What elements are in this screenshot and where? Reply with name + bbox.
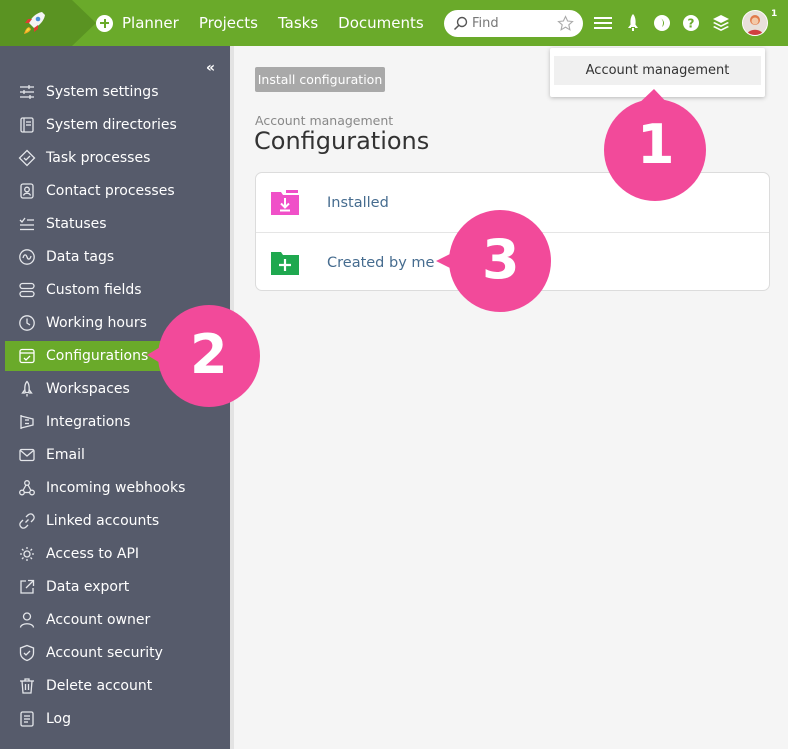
- sidebar-item-contact-processes[interactable]: Contact processes: [5, 176, 230, 206]
- search-box[interactable]: [444, 10, 583, 37]
- link-icon: [19, 513, 35, 529]
- statuses-icon: [19, 217, 34, 231]
- sidebar-item-integrations[interactable]: Integrations: [5, 407, 230, 437]
- sliders-icon: [20, 85, 34, 99]
- row-label: Created by me: [327, 254, 435, 271]
- sidebar-item-label: Working hours: [46, 315, 147, 331]
- sidebar-item-label: Delete account: [46, 678, 153, 694]
- log-icon: [20, 711, 34, 727]
- sidebar-item-custom-fields[interactable]: Custom fields: [5, 275, 230, 305]
- sidebar-item-data-tags[interactable]: Data tags: [5, 242, 230, 272]
- sidebar-item-label: Incoming webhooks: [46, 480, 186, 496]
- search-icon: [453, 16, 468, 31]
- sidebar-item-label: Account security: [46, 645, 163, 661]
- webhook-icon: [19, 480, 35, 496]
- install-configuration-button[interactable]: Install configuration: [255, 67, 385, 92]
- sidebar-item-data-export[interactable]: Data export: [5, 572, 230, 602]
- avatar-image-icon: [743, 11, 767, 35]
- callout-number-3: 3: [482, 228, 520, 291]
- rocket-logo-icon[interactable]: [20, 10, 48, 36]
- clock-icon: [19, 315, 35, 331]
- sidebar-item-delete-account[interactable]: Delete account: [5, 671, 230, 701]
- configurations-icon: [19, 348, 35, 364]
- menu-icon[interactable]: [593, 13, 613, 33]
- sidebar-item-label: Custom fields: [46, 282, 142, 298]
- sidebar-item-label: Statuses: [46, 216, 107, 232]
- sidebar-item-label: Data export: [46, 579, 130, 595]
- sidebar-item-access-to-api[interactable]: Access to API: [5, 539, 230, 569]
- fields-icon: [19, 282, 35, 298]
- avatar[interactable]: [742, 10, 768, 36]
- shield-icon: [19, 644, 35, 662]
- sidebar-item-incoming-webhooks[interactable]: Incoming webhooks: [5, 473, 230, 503]
- moon-icon[interactable]: [652, 13, 672, 33]
- sidebar-item-label: Task processes: [46, 150, 151, 166]
- sidebar-item-task-processes[interactable]: Task processes: [5, 143, 230, 173]
- folder-download-icon: [271, 189, 299, 215]
- callout-number-1: 1: [637, 113, 675, 176]
- export-icon: [20, 579, 35, 594]
- sidebar-item-label: Email: [46, 447, 85, 463]
- integrations-icon: [20, 415, 34, 429]
- menu-item-account-management[interactable]: Account management: [554, 56, 761, 85]
- sidebar-item-account-security[interactable]: Account security: [5, 638, 230, 668]
- nav-documents[interactable]: Documents: [338, 14, 424, 32]
- sidebar-item-email[interactable]: Email: [5, 440, 230, 470]
- sidebar-item-statuses[interactable]: Statuses: [5, 209, 230, 239]
- nav-planner[interactable]: Planner: [122, 14, 179, 32]
- tag-icon: [19, 249, 35, 265]
- sidebar-item-label: Account owner: [46, 612, 151, 628]
- folder-plus-icon: [271, 251, 299, 275]
- rocket-icon[interactable]: [623, 13, 643, 33]
- sidebar-item-label: Access to API: [46, 546, 140, 562]
- diamond-icon: [18, 149, 36, 167]
- plus-circle-icon[interactable]: [96, 14, 113, 32]
- avatar-badge: 1: [771, 9, 778, 19]
- nav-projects[interactable]: Projects: [199, 14, 258, 32]
- sidebar-item-label: Data tags: [46, 249, 115, 265]
- sidebar-item-label: Integrations: [46, 414, 131, 430]
- sidebar-item-log[interactable]: Log: [5, 704, 230, 734]
- star-icon[interactable]: [557, 15, 574, 32]
- sidebar-item-label: Workspaces: [46, 381, 130, 397]
- svg-text:?: ?: [688, 17, 695, 31]
- api-icon: [20, 547, 34, 561]
- sidebar-item-system-settings[interactable]: System settings: [5, 77, 230, 107]
- sidebar-item-label: Contact processes: [46, 183, 175, 199]
- book-icon: [20, 117, 34, 133]
- sidebar-item-label: Linked accounts: [46, 513, 160, 529]
- main-nav: Planner Projects Tasks Documents: [96, 0, 444, 46]
- help-icon[interactable]: ?: [681, 13, 701, 33]
- sidebar-item-label: System directories: [46, 117, 177, 133]
- callout-number-2: 2: [190, 323, 228, 386]
- sidebar-item-label: Log: [46, 711, 72, 727]
- contact-icon: [20, 183, 34, 199]
- user-icon: [19, 612, 35, 628]
- trash-icon: [20, 678, 34, 694]
- row-label: Installed: [327, 194, 389, 211]
- top-bar: Planner Projects Tasks Documents ?: [0, 0, 788, 46]
- page-title: Configurations: [254, 127, 430, 155]
- mail-icon: [19, 448, 35, 462]
- collapse-sidebar-button[interactable]: «: [206, 60, 215, 76]
- sidebar-item-label: Configurations: [46, 348, 149, 364]
- nav-tasks[interactable]: Tasks: [278, 14, 318, 32]
- breadcrumb[interactable]: Account management: [255, 113, 393, 128]
- sidebar-item-system-directories[interactable]: System directories: [5, 110, 230, 140]
- sidebar-item-linked-accounts[interactable]: Linked accounts: [5, 506, 230, 536]
- logo-area[interactable]: [0, 0, 96, 46]
- search-input[interactable]: [472, 14, 552, 33]
- rocket-icon: [21, 380, 33, 397]
- sidebar-item-label: System settings: [46, 84, 159, 100]
- sidebar-item-account-owner[interactable]: Account owner: [5, 605, 230, 635]
- layers-icon[interactable]: [711, 13, 731, 33]
